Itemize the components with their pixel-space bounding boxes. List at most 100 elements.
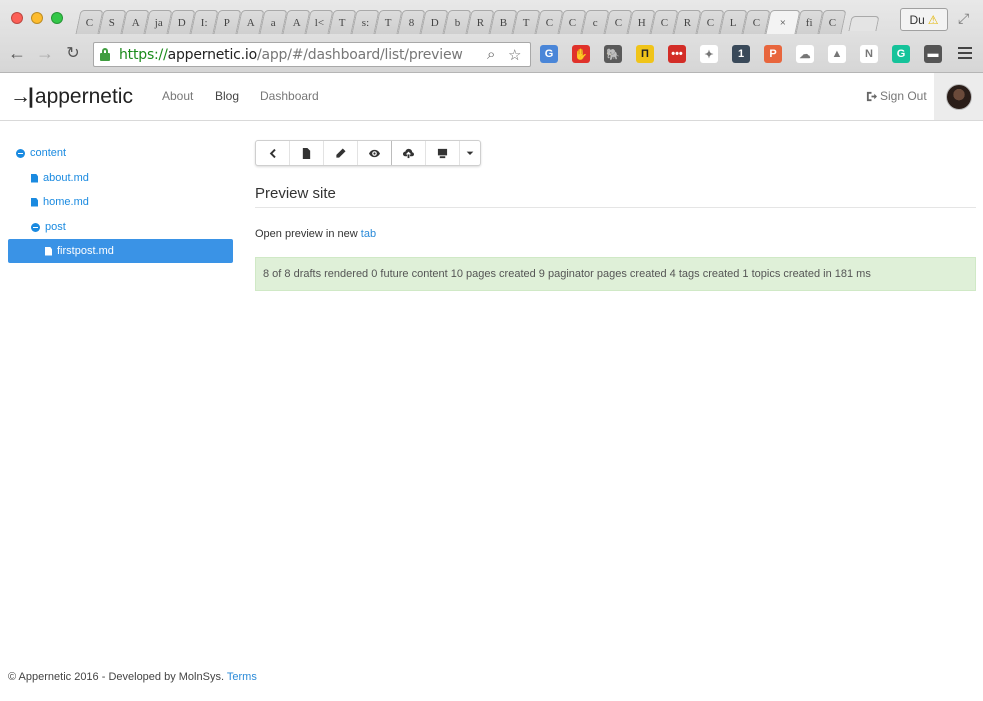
tab-label: C: [568, 16, 577, 29]
preview-instructions: Open preview in new tab: [255, 228, 376, 240]
reload-icon[interactable]: ↻: [62, 42, 84, 64]
tab-label: A: [131, 16, 140, 29]
forward-icon[interactable]: →: [34, 42, 56, 64]
tab-label: D: [430, 16, 439, 29]
tab-label: ×: [779, 16, 787, 29]
user-menu[interactable]: [934, 73, 983, 120]
sign-out-button[interactable]: Sign Out: [866, 89, 927, 103]
tab-label: 8: [408, 16, 415, 29]
pencil-icon: [336, 147, 346, 158]
chevron-left-icon: [269, 148, 276, 158]
tab-label: C: [706, 16, 715, 29]
pocket-extension-icon[interactable]: П: [636, 45, 654, 63]
lastpass-extension-icon[interactable]: •••: [668, 45, 686, 63]
cloud-upload-icon: [403, 148, 414, 158]
nav-about[interactable]: About: [162, 89, 193, 103]
preview-button[interactable]: [358, 141, 392, 165]
address-bar[interactable]: https://appernetic.io/app/#/dashboard/li…: [93, 42, 531, 67]
tab-label: a: [270, 16, 276, 29]
caret-down-icon: [466, 151, 474, 155]
lock-icon: [100, 48, 110, 61]
editor-toolbar: [255, 140, 481, 166]
tree-file-home[interactable]: home.md: [31, 192, 89, 212]
grammarly-extension-icon[interactable]: G: [892, 45, 910, 63]
tab-label: A: [292, 16, 301, 29]
tab-label: D: [177, 16, 186, 29]
copyright-text: © Appernetic 2016 - Developed by MolnSys…: [8, 671, 225, 683]
cloud-extension-icon[interactable]: ☁: [796, 45, 814, 63]
tab-label: I:: [201, 16, 208, 29]
adblock-extension-icon[interactable]: ✋: [572, 45, 590, 63]
app-navbar: →| appernetic About Blog Dashboard Sign …: [0, 73, 983, 121]
tree-label: home.md: [43, 196, 89, 208]
close-window-button[interactable]: [11, 12, 23, 24]
back-button[interactable]: [256, 141, 290, 165]
drive-extension-icon[interactable]: ▲: [828, 45, 846, 63]
collapse-icon: [16, 148, 25, 158]
tree-folder-content[interactable]: content: [16, 143, 66, 163]
tab-label: T: [523, 16, 530, 29]
build-status-alert: 8 of 8 drafts rendered 0 future content …: [255, 257, 976, 291]
footer: © Appernetic 2016 - Developed by MolnSys…: [8, 671, 257, 683]
file-icon: [31, 173, 38, 183]
back-icon[interactable]: ←: [6, 42, 28, 64]
brand-logo[interactable]: →| appernetic: [10, 85, 133, 109]
tree-label: content: [30, 147, 67, 159]
tree-file-firstpost[interactable]: firstpost.md: [8, 239, 233, 263]
tab-label: l<: [314, 16, 325, 29]
new-tab-button[interactable]: [848, 16, 880, 31]
warning-icon: ⚠: [927, 12, 939, 27]
tree-label: firstpost.md: [57, 245, 114, 257]
tab-label: C: [85, 16, 94, 29]
inbox-extension-icon[interactable]: ▬: [924, 45, 942, 63]
brand-arrow-icon: →|: [10, 85, 34, 108]
profile-button[interactable]: Du ⚠: [900, 8, 948, 31]
tab-label: B: [499, 16, 508, 29]
zoom-window-button[interactable]: [51, 12, 63, 24]
browser-menu-icon[interactable]: [958, 45, 972, 62]
divider: [255, 207, 976, 208]
tab-label: c: [592, 16, 598, 29]
tab-label: H: [637, 16, 646, 29]
tab-label: C: [828, 16, 837, 29]
browser-chrome: C S Aja D I: P Aa Al< Ts: T 8 Db R B T C Cc C H C R C L C × fi C D…: [0, 0, 983, 73]
sign-out-label: Sign Out: [880, 89, 927, 103]
nav-dashboard[interactable]: Dashboard: [260, 89, 319, 103]
terms-link[interactable]: Terms: [227, 671, 257, 683]
tab-label: T: [339, 16, 346, 29]
edit-button[interactable]: [324, 141, 358, 165]
fullscreen-icon[interactable]: ⤢: [958, 10, 969, 27]
more-actions-dropdown[interactable]: [460, 141, 480, 165]
tab-label: s:: [361, 16, 370, 29]
tab-label: R: [683, 16, 692, 29]
producthunt-extension-icon[interactable]: P: [764, 45, 782, 63]
publish-button[interactable]: [392, 141, 426, 165]
translate-extension-icon[interactable]: G: [540, 45, 558, 63]
tab-label: P: [224, 16, 231, 29]
collapse-icon: [31, 222, 40, 232]
nav-blog[interactable]: Blog: [215, 89, 239, 103]
tab-label: ja: [154, 16, 163, 29]
profile-label: Du: [909, 12, 925, 27]
evernote-extension-icon[interactable]: 🐘: [604, 45, 622, 63]
open-preview-tab-link[interactable]: tab: [361, 228, 376, 240]
minimize-window-button[interactable]: [31, 12, 43, 24]
brand-name: appernetic: [34, 85, 133, 108]
tree-file-about[interactable]: about.md: [31, 168, 89, 188]
new-file-button[interactable]: [290, 141, 324, 165]
tree-folder-post[interactable]: post: [31, 217, 66, 237]
search-icon[interactable]: ⌕: [487, 46, 495, 63]
tab-label: S: [109, 16, 116, 29]
tree-label: post: [45, 221, 66, 233]
onepassword-extension-icon[interactable]: 1: [732, 45, 750, 63]
browser-tab[interactable]: C: [818, 10, 847, 34]
deploy-button[interactable]: [426, 141, 460, 165]
file-icon: [45, 246, 52, 256]
notion-extension-icon[interactable]: N: [860, 45, 878, 63]
bookmark-star-icon[interactable]: ☆: [508, 46, 521, 64]
eye-icon: [369, 149, 380, 157]
pinwheel-extension-icon[interactable]: ✦: [700, 45, 718, 63]
page-title: Preview site: [255, 185, 336, 202]
tab-label: A: [246, 16, 255, 29]
build-status-text: 8 of 8 drafts rendered 0 future content …: [263, 268, 871, 280]
